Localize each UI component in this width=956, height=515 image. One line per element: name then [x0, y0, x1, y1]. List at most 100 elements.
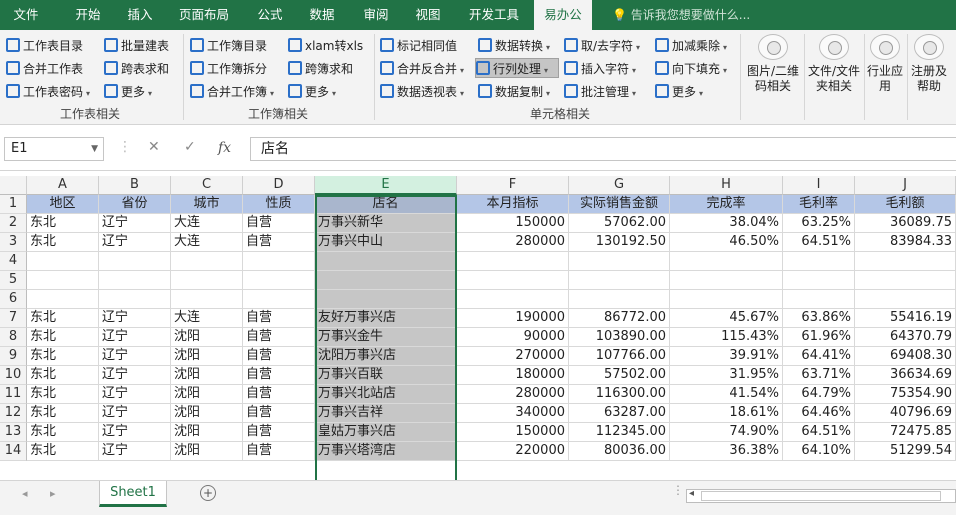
table-cell[interactable] — [457, 290, 569, 309]
table-cell[interactable]: 大连 — [171, 214, 243, 233]
tab-0[interactable]: 文件 — [0, 0, 52, 30]
table-cell[interactable]: 沈阳 — [171, 328, 243, 347]
table-cell[interactable] — [670, 271, 783, 290]
table-cell[interactable] — [99, 290, 171, 309]
table-cell[interactable] — [670, 252, 783, 271]
comment-manage-button[interactable]: 批注管理 ▾ — [564, 82, 636, 102]
cross-book-sum-button[interactable]: 跨簿求和 — [288, 59, 353, 79]
table-cell[interactable]: 自营 — [243, 423, 315, 442]
table-cell[interactable]: 万事兴金牛 — [315, 328, 457, 347]
table-cell[interactable]: 东北 — [27, 423, 99, 442]
table-cell[interactable]: 大连 — [171, 233, 243, 252]
column-header-G[interactable]: G — [569, 176, 670, 195]
tell-me-search[interactable]: 💡 告诉我您想要做什么... — [612, 0, 750, 30]
row-header[interactable]: 11 — [0, 385, 27, 404]
table-cell[interactable]: 自营 — [243, 309, 315, 328]
name-box[interactable]: E1 ▼ — [4, 137, 104, 161]
table-cell[interactable] — [243, 252, 315, 271]
tab-7[interactable]: 视图 — [406, 0, 450, 30]
xlam-to-xls-button[interactable]: xlam转xls — [288, 36, 363, 56]
split-workbook-button[interactable]: 工作簿拆分 — [190, 59, 267, 79]
confirm-icon[interactable]: ✓ — [184, 139, 196, 155]
row-header[interactable]: 3 — [0, 233, 27, 252]
header-cell[interactable]: 城市 — [171, 195, 243, 214]
table-cell[interactable]: 沈阳万事兴店 — [315, 347, 457, 366]
table-cell[interactable]: 63.86% — [783, 309, 855, 328]
table-cell[interactable]: 自营 — [243, 404, 315, 423]
table-cell[interactable]: 36.38% — [670, 442, 783, 461]
table-cell[interactable]: 万事兴北站店 — [315, 385, 457, 404]
table-cell[interactable] — [855, 252, 956, 271]
table-cell[interactable]: 340000 — [457, 404, 569, 423]
row-header[interactable]: 14 — [0, 442, 27, 461]
table-cell[interactable]: 大连 — [171, 309, 243, 328]
row-header[interactable]: 13 — [0, 423, 27, 442]
scroll-right-icon[interactable]: ▸ — [50, 487, 56, 500]
data-convert-button[interactable]: 数据转换 ▾ — [478, 36, 550, 56]
table-cell[interactable]: 自营 — [243, 233, 315, 252]
table-cell[interactable]: 130192.50 — [569, 233, 670, 252]
table-cell[interactable]: 270000 — [457, 347, 569, 366]
table-cell[interactable]: 83984.33 — [855, 233, 956, 252]
cross-sheet-sum-button[interactable]: 跨表求和 — [104, 59, 169, 79]
table-cell[interactable]: 辽宁 — [99, 442, 171, 461]
select-all-corner[interactable] — [0, 176, 27, 195]
table-cell[interactable] — [457, 252, 569, 271]
tab-1[interactable]: 开始 — [60, 0, 116, 30]
table-cell[interactable]: 东北 — [27, 233, 99, 252]
sheet-password-button[interactable]: 工作表密码 ▾ — [6, 82, 90, 102]
table-cell[interactable]: 东北 — [27, 309, 99, 328]
table-cell[interactable]: 57062.00 — [569, 214, 670, 233]
image-qr-button[interactable]: 图片/二维码相关 — [744, 32, 802, 94]
table-cell[interactable]: 沈阳 — [171, 423, 243, 442]
table-cell[interactable]: 东北 — [27, 385, 99, 404]
char-extract-button[interactable]: 取/去字符 ▾ — [564, 36, 640, 56]
fx-icon[interactable]: fx — [218, 140, 231, 156]
table-cell[interactable]: 51299.54 — [855, 442, 956, 461]
table-cell[interactable]: 64.51% — [783, 423, 855, 442]
table-cell[interactable]: 自营 — [243, 347, 315, 366]
table-cell[interactable]: 103890.00 — [569, 328, 670, 347]
register-help-button[interactable]: 注册及帮助 — [909, 32, 949, 94]
g3-more-button[interactable]: 更多 ▾ — [655, 82, 703, 102]
table-cell[interactable]: 107766.00 — [569, 347, 670, 366]
arithmetic-button[interactable]: 加减乘除 ▾ — [655, 36, 727, 56]
g2-more-button[interactable]: 更多 ▾ — [288, 82, 336, 102]
fill-down-button[interactable]: 向下填充 ▾ — [655, 59, 727, 79]
column-header-D[interactable]: D — [243, 176, 315, 195]
table-cell[interactable]: 31.95% — [670, 366, 783, 385]
row-header[interactable]: 8 — [0, 328, 27, 347]
table-cell[interactable]: 72475.85 — [855, 423, 956, 442]
table-cell[interactable]: 180000 — [457, 366, 569, 385]
insert-char-button[interactable]: 插入字符 ▾ — [564, 59, 636, 79]
table-cell[interactable]: 友好万事兴店 — [315, 309, 457, 328]
table-cell[interactable]: 东北 — [27, 328, 99, 347]
tab-6[interactable]: 审阅 — [354, 0, 398, 30]
table-cell[interactable]: 万事兴吉祥 — [315, 404, 457, 423]
row-header[interactable]: 6 — [0, 290, 27, 309]
table-cell[interactable] — [783, 271, 855, 290]
table-cell[interactable]: 沈阳 — [171, 404, 243, 423]
row-header[interactable]: 5 — [0, 271, 27, 290]
table-cell[interactable]: 沈阳 — [171, 366, 243, 385]
table-cell[interactable]: 45.67% — [670, 309, 783, 328]
table-cell[interactable]: 辽宁 — [99, 309, 171, 328]
row-header[interactable]: 7 — [0, 309, 27, 328]
table-cell[interactable]: 36089.75 — [855, 214, 956, 233]
table-cell[interactable] — [315, 271, 457, 290]
table-cell[interactable] — [243, 290, 315, 309]
table-cell[interactable]: 39.91% — [670, 347, 783, 366]
row-header[interactable]: 1 — [0, 195, 27, 214]
table-cell[interactable]: 自营 — [243, 385, 315, 404]
sheet-tab[interactable]: Sheet1 — [99, 481, 167, 507]
table-cell[interactable]: 69408.30 — [855, 347, 956, 366]
table-cell[interactable]: 63287.00 — [569, 404, 670, 423]
data-copy-button[interactable]: 数据复制 ▾ — [478, 82, 550, 102]
add-sheet-icon[interactable]: + — [200, 485, 216, 501]
header-cell[interactable]: 完成率 — [670, 195, 783, 214]
table-cell[interactable]: 东北 — [27, 404, 99, 423]
row-col-process-button[interactable]: 行列处理 ▾ — [475, 58, 559, 78]
column-header-I[interactable]: I — [783, 176, 855, 195]
table-cell[interactable]: 90000 — [457, 328, 569, 347]
table-cell[interactable]: 36634.69 — [855, 366, 956, 385]
